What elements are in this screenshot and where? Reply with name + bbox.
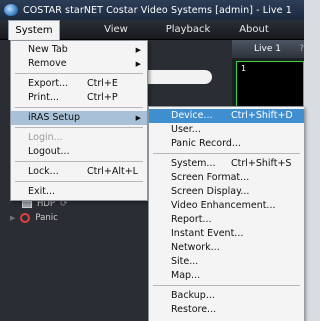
iras-setup-submenu: Device... Ctrl+Shift+D User... Panic Rec… (148, 106, 304, 321)
submenu-arrow-icon: ▶ (135, 46, 141, 54)
menu-item-video-enhancement[interactable]: Video Enhancement... (149, 199, 304, 213)
menu-item-system[interactable]: System... Ctrl+Shift+S (149, 157, 304, 171)
menu-item-screen-display[interactable]: Screen Display... (149, 185, 304, 199)
menu-item-device[interactable]: Device... Ctrl+Shift+D (149, 109, 304, 123)
tab-label: Live 1 (254, 44, 281, 54)
menu-item-new-tab[interactable]: New Tab ▶ (11, 43, 147, 57)
submenu-arrow-icon: ▶ (135, 114, 141, 122)
tab-live-1[interactable]: Live 1 ? (232, 40, 304, 58)
menu-divider (153, 153, 300, 154)
menu-about[interactable]: About (234, 20, 274, 40)
menu-item-panic-record[interactable]: Panic Record... (149, 137, 304, 151)
title-bar: COSTAR starNET Costar Video Systems [adm… (0, 0, 304, 20)
search-input[interactable] (148, 70, 212, 84)
menu-view[interactable]: View (96, 20, 136, 40)
menu-item-network[interactable]: Network... (149, 241, 304, 255)
menu-item-remove[interactable]: Remove ▶ (11, 57, 147, 71)
menu-item-lock[interactable]: Lock... Ctrl+Alt+L (11, 165, 147, 179)
menu-item-user[interactable]: User... (149, 123, 304, 137)
menu-divider (15, 73, 143, 74)
menu-playback[interactable]: Playback (158, 20, 218, 40)
submenu-arrow-icon: ▶ (135, 60, 141, 68)
panic-icon (20, 213, 31, 223)
menu-item-instant-event[interactable]: Instant Event... (149, 227, 304, 241)
video-cell-number: 1 (241, 64, 247, 73)
menu-divider (153, 285, 300, 286)
menu-divider (15, 107, 143, 108)
menu-system[interactable]: System (8, 20, 60, 40)
tree-item-label: Panic (35, 213, 58, 223)
menu-item-iras-setup[interactable]: iRAS Setup ▶ (11, 111, 147, 125)
app-logo-icon (4, 4, 18, 16)
hdd-icon (22, 200, 32, 208)
menu-item-map[interactable]: Map... (149, 269, 304, 283)
menu-item-report[interactable]: Report... (149, 213, 304, 227)
menu-divider (15, 161, 143, 162)
menu-item-export[interactable]: Export... Ctrl+E (11, 77, 147, 91)
system-menu: New Tab ▶ Remove ▶ Export... Ctrl+E Prin… (10, 40, 148, 201)
menu-bar: System View Playback About (0, 20, 304, 40)
menu-item-restore[interactable]: Restore... (149, 303, 304, 317)
menu-item-exit[interactable]: Exit... (11, 185, 147, 199)
window-title: COSTAR starNET Costar Video Systems [adm… (23, 4, 292, 16)
menu-item-screen-format[interactable]: Screen Format... (149, 171, 304, 185)
expand-arrow-icon[interactable]: ▶ (10, 214, 15, 222)
menu-item-logout[interactable]: Logout... (11, 145, 147, 159)
menu-divider (15, 181, 143, 182)
menu-divider (15, 127, 143, 128)
menu-item-print[interactable]: Print... Ctrl+P (11, 91, 147, 105)
tree-item-panic[interactable]: ▶ Panic (10, 213, 58, 223)
menu-item-backup[interactable]: Backup... (149, 289, 304, 303)
menu-item-site[interactable]: Site... (149, 255, 304, 269)
menu-item-login[interactable]: Login... (11, 131, 147, 145)
